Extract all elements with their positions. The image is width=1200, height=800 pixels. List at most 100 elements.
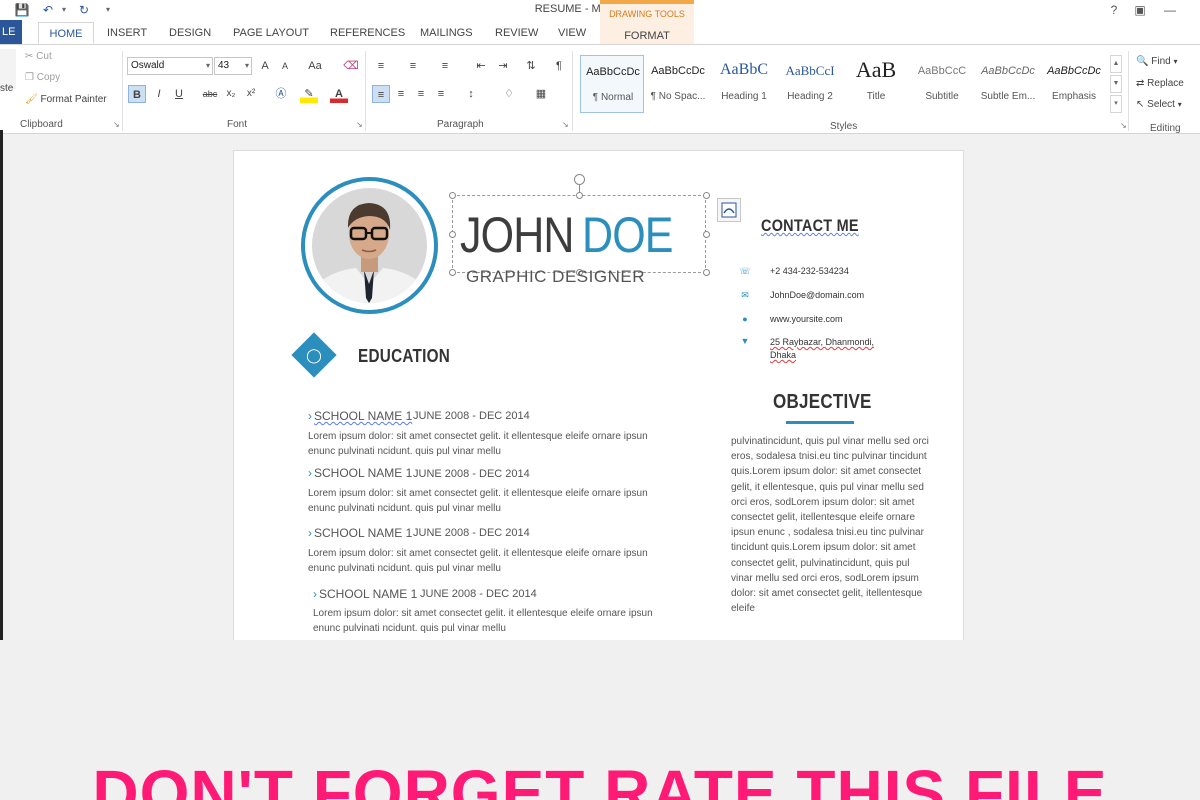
resize-handle[interactable] — [449, 192, 456, 199]
resize-handle[interactable] — [449, 269, 456, 276]
clear-formatting-icon[interactable]: ⌫ — [342, 57, 360, 75]
select-button[interactable]: ↖ Select ▾ — [1136, 99, 1182, 110]
tab-format[interactable]: FORMAT — [600, 30, 694, 42]
copy-button[interactable]: ❐ Copy — [25, 72, 60, 83]
highlight-icon[interactable]: ✎ — [300, 85, 318, 103]
tab-page-layout[interactable]: PAGE LAYOUT — [233, 27, 309, 39]
undo-dropdown-icon[interactable]: ▾ — [56, 2, 72, 18]
profile-photo-frame[interactable] — [301, 177, 438, 314]
font-color-icon[interactable]: A — [330, 85, 348, 103]
format-painter-button[interactable]: 🖌 Format Painter — [25, 94, 107, 105]
change-case-button[interactable]: Aa — [302, 57, 328, 75]
chevron-down-icon: ▾ — [1173, 57, 1178, 66]
chevron-right-icon: › — [308, 409, 312, 423]
cut-button[interactable]: ✂ Cut — [25, 51, 52, 62]
ribbon-display-options-icon[interactable]: ▣ — [1130, 2, 1150, 18]
subscript-button[interactable]: x₂ — [222, 85, 240, 103]
select-label: Select — [1147, 99, 1175, 110]
font-size-combo[interactable]: 43 ▾ — [214, 57, 252, 75]
sort-icon[interactable]: ⇅ — [522, 57, 540, 75]
document-page[interactable]: JOHN DOE GRAPHIC DESIGNER ◯ EDUCATION › S… — [233, 150, 964, 640]
group-divider — [1128, 51, 1129, 131]
style-subtitle[interactable]: AaBbCcC Subtitle — [910, 55, 974, 113]
globe-icon: ● — [742, 314, 748, 324]
show-marks-icon[interactable]: ¶ — [550, 57, 568, 75]
job-title: GRAPHIC DESIGNER — [466, 267, 645, 286]
font-launcher-icon[interactable]: ↘ — [356, 120, 363, 129]
customize-qat-icon[interactable]: ▾ — [100, 2, 116, 18]
font-group-label: Font — [227, 119, 248, 130]
gallery-up-icon[interactable]: ▲ — [1110, 55, 1122, 73]
bullets-icon[interactable]: ≡ — [372, 57, 390, 75]
find-button[interactable]: 🔍 Find ▾ — [1136, 56, 1177, 67]
gallery-more-icon[interactable]: ▾ — [1110, 95, 1122, 113]
tab-review[interactable]: REVIEW — [495, 27, 538, 39]
grow-font-button[interactable]: A — [256, 57, 274, 75]
paste-button[interactable]: ste — [0, 49, 16, 94]
drawing-tools-label: DRAWING TOOLS — [609, 9, 685, 19]
text-effects-icon[interactable]: Ⓐ — [272, 85, 290, 103]
undo-icon[interactable]: ↶ — [40, 2, 56, 18]
help-button[interactable]: ? — [1104, 2, 1124, 18]
style-name: ¶ No Spac... — [650, 91, 706, 102]
resize-handle[interactable] — [703, 269, 710, 276]
copy-label: Copy — [36, 72, 61, 83]
italic-button[interactable]: I — [150, 85, 168, 103]
numbering-icon[interactable]: ≡ — [404, 57, 422, 75]
style-name: Heading 1 — [721, 91, 767, 102]
tab-file[interactable]: LE — [0, 20, 22, 44]
style-emphasis[interactable]: AaBbCcDc Emphasis — [1042, 55, 1106, 113]
replace-button[interactable]: ⇄ Replace — [1136, 78, 1184, 89]
style-title[interactable]: AaB Title — [844, 55, 908, 113]
tab-mailings[interactable]: MAILINGS — [420, 27, 473, 39]
underline-button[interactable]: U — [170, 85, 188, 103]
resize-handle[interactable] — [449, 231, 456, 238]
increase-indent-icon[interactable]: ⇥ — [494, 57, 512, 75]
clipboard-launcher-icon[interactable]: ↘ — [113, 120, 120, 129]
contact-email: JohnDoe@domain.com — [770, 290, 865, 300]
line-spacing-icon[interactable]: ↕ — [462, 85, 480, 103]
brush-icon: 🖌 — [25, 94, 38, 105]
rotate-handle[interactable] — [574, 174, 585, 185]
education-heading: EDUCATION — [358, 346, 451, 366]
tab-home[interactable]: HOME — [38, 22, 94, 44]
resize-handle[interactable] — [703, 231, 710, 238]
justify-icon[interactable]: ≡ — [432, 85, 450, 103]
align-left-icon[interactable]: ≡ — [372, 85, 390, 103]
font-family-combo[interactable]: Oswald ▾ — [127, 57, 213, 75]
tab-references[interactable]: REFERENCES — [330, 27, 405, 39]
style-normal[interactable]: AaBbCcDc ¶ Normal — [580, 55, 644, 113]
gallery-down-icon[interactable]: ▼ — [1110, 75, 1122, 93]
style-heading-1[interactable]: AaBbC Heading 1 — [712, 55, 776, 113]
shading-icon[interactable]: ♢ — [500, 85, 518, 103]
paragraph-launcher-icon[interactable]: ↘ — [562, 120, 569, 129]
objective-text: pulvinatincidunt, quis pul vinar mellu s… — [731, 436, 929, 615]
style-heading-2[interactable]: AaBbCcI Heading 2 — [778, 55, 842, 113]
strikethrough-button[interactable]: abc — [200, 85, 220, 103]
save-icon[interactable]: 💾 — [14, 2, 30, 18]
tab-insert[interactable]: INSERT — [107, 27, 147, 39]
binoculars-icon: 🔍 — [1136, 56, 1149, 67]
decrease-indent-icon[interactable]: ⇤ — [472, 57, 490, 75]
styles-launcher-icon[interactable]: ↘ — [1120, 121, 1127, 130]
multilevel-list-icon[interactable]: ≡ — [436, 57, 454, 75]
envelope-icon: ✉ — [741, 290, 749, 300]
superscript-button[interactable]: x² — [242, 85, 260, 103]
align-center-icon[interactable]: ≡ — [392, 85, 410, 103]
school-name: › SCHOOL NAME 1 — [308, 409, 413, 423]
style-subtle-emphasis[interactable]: AaBbCcDc Subtle Em... — [976, 55, 1040, 113]
layout-options-button[interactable] — [717, 198, 741, 222]
tab-design[interactable]: DESIGN — [169, 27, 211, 39]
minimize-button[interactable]: — — [1160, 2, 1180, 18]
align-right-icon[interactable]: ≡ — [412, 85, 430, 103]
shrink-font-button[interactable]: A — [276, 57, 294, 75]
borders-icon[interactable]: ▦ — [532, 85, 550, 103]
tab-view[interactable]: VIEW — [558, 27, 586, 39]
education-dates: JUNE 2008 - DEC 2014 — [420, 588, 537, 600]
resize-handle[interactable] — [576, 192, 583, 199]
contact-phone: +2 434-232-534234 — [770, 266, 849, 276]
style-no-spacing[interactable]: AaBbCcDc ¶ No Spac... — [646, 55, 710, 113]
resize-handle[interactable] — [703, 192, 710, 199]
redo-icon[interactable]: ↻ — [76, 2, 92, 18]
bold-button[interactable]: B — [128, 85, 146, 103]
